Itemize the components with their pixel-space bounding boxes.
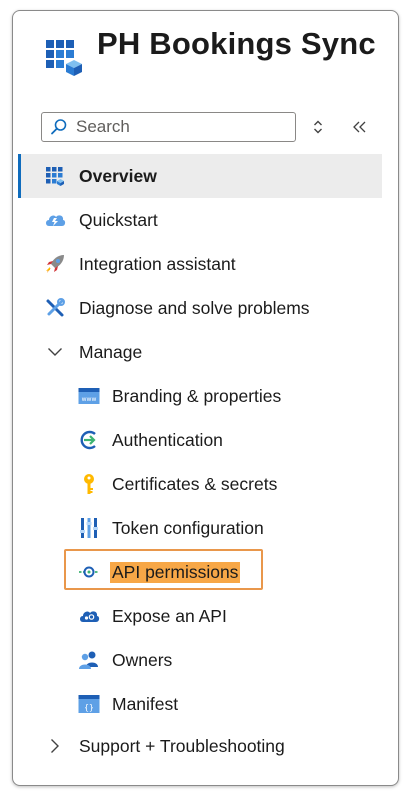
api-permissions-icon [78, 561, 100, 583]
menu-label: Manage [79, 341, 143, 362]
menu-item-overview[interactable]: Overview [18, 154, 382, 198]
svg-text:{}: {} [84, 703, 94, 712]
menu-item-certificates[interactable]: Certificates & secrets [18, 462, 382, 506]
key-icon [78, 473, 100, 495]
app-title: PH Bookings Sync [97, 26, 376, 61]
search-box[interactable] [41, 112, 296, 142]
menu-label: Diagnose and solve problems [79, 297, 310, 318]
menu-item-expose-api[interactable]: Expose an API [18, 594, 382, 638]
menu-group-manage[interactable]: Manage [18, 330, 382, 374]
menu-label: Overview [79, 165, 157, 186]
menu-item-quickstart[interactable]: Quickstart [18, 198, 382, 242]
collapse-menu-button[interactable] [349, 116, 371, 138]
menu-label: Token configuration [112, 517, 264, 538]
menu-label: Support + Troubleshooting [79, 735, 285, 756]
menu-label: Integration assistant [79, 253, 236, 274]
menu-item-token-configuration[interactable]: Token configuration [18, 506, 382, 550]
chevron-up-down-icon [314, 120, 322, 134]
search-input[interactable] [74, 116, 278, 138]
menu-label: Expose an API [112, 605, 227, 626]
sort-toggle-button[interactable] [307, 116, 329, 138]
menu-label: Manifest [112, 693, 179, 714]
double-chevron-left-icon [353, 121, 366, 133]
quickstart-cloud-icon [44, 209, 66, 231]
owners-people-icon [78, 649, 100, 671]
menu-label: Authentication [112, 429, 223, 450]
menu-label: Owners [112, 649, 173, 670]
wrench-screwdriver-icon [44, 297, 66, 319]
menu-label: API permissions [110, 561, 241, 583]
menu-item-api-permissions[interactable]: API permissions [18, 550, 382, 594]
menu-item-integration-assistant[interactable]: Integration assistant [18, 242, 382, 286]
search-icon [51, 119, 67, 135]
menu-item-diagnose[interactable]: Diagnose and solve problems [18, 286, 382, 330]
overview-icon [44, 165, 66, 187]
svg-text:www: www [82, 396, 97, 403]
chevron-down-icon [44, 341, 66, 363]
authentication-icon [78, 429, 100, 451]
branding-www-icon: www [78, 385, 100, 407]
menu-group-support[interactable]: Support + Troubleshooting [18, 724, 382, 768]
expose-api-cloud-icon [78, 605, 100, 627]
menu-label: Quickstart [79, 209, 158, 230]
menu-label: Certificates & secrets [112, 473, 278, 494]
token-bars-icon [78, 517, 100, 539]
menu-item-authentication[interactable]: Authentication [18, 418, 382, 462]
rocket-icon [44, 253, 66, 275]
menu-item-owners[interactable]: Owners [18, 638, 382, 682]
chevron-right-icon [44, 735, 66, 757]
manifest-code-icon: {} [78, 693, 100, 715]
menu-label: Branding & properties [112, 385, 282, 406]
app-registration-icon [44, 38, 84, 78]
menu-item-branding[interactable]: www Branding & properties [18, 374, 382, 418]
menu-item-manifest[interactable]: {} Manifest [18, 682, 382, 726]
